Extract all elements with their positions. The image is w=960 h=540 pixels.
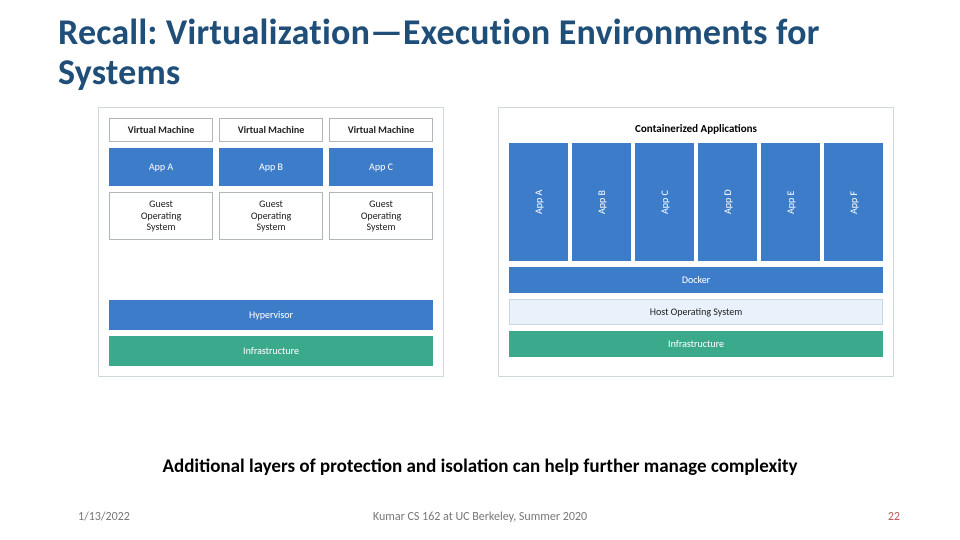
vm-app: App A	[109, 148, 213, 186]
container-app: App A	[509, 143, 568, 261]
container-title: Containerized Applications	[509, 118, 883, 137]
infrastructure-layer: Infrastructure	[509, 331, 883, 357]
container-app: App E	[761, 143, 820, 261]
infrastructure-layer: Infrastructure	[109, 336, 433, 366]
container-app: App F	[824, 143, 883, 261]
vm-header: Virtual Machine	[109, 118, 213, 142]
slide: Recall: Virtualization—Execution Environ…	[0, 0, 960, 540]
container-app: App C	[635, 143, 694, 261]
slide-caption: Additional layers of protection and isol…	[0, 455, 960, 478]
footer-center: Kumar CS 162 at UC Berkeley, Summer 2020	[0, 510, 960, 524]
figures-row: Virtual Machine App A GuestOperatingSyst…	[58, 107, 902, 377]
container-apps-row: App A App B App C App D App E App F	[509, 143, 883, 261]
container-app: App D	[698, 143, 757, 261]
docker-layer: Docker	[509, 267, 883, 293]
vm-header: Virtual Machine	[219, 118, 323, 142]
slide-title: Recall: Virtualization—Execution Environ…	[58, 12, 902, 93]
vm-header: Virtual Machine	[329, 118, 433, 142]
vm-column-b: Virtual Machine App B GuestOperatingSyst…	[219, 118, 323, 240]
slide-footer: 1/13/2022 Kumar CS 162 at UC Berkeley, S…	[0, 510, 960, 524]
container-diagram: Containerized Applications App A App B A…	[498, 107, 894, 377]
vm-guest-os: GuestOperatingSystem	[109, 192, 213, 240]
vm-app: App B	[219, 148, 323, 186]
vm-diagram: Virtual Machine App A GuestOperatingSyst…	[98, 107, 444, 377]
vm-guest-os: GuestOperatingSystem	[219, 192, 323, 240]
vm-guest-os: GuestOperatingSystem	[329, 192, 433, 240]
container-app: App B	[572, 143, 631, 261]
vm-columns: Virtual Machine App A GuestOperatingSyst…	[109, 118, 433, 240]
vm-column-a: Virtual Machine App A GuestOperatingSyst…	[109, 118, 213, 240]
vm-column-c: Virtual Machine App C GuestOperatingSyst…	[329, 118, 433, 240]
hypervisor-layer: Hypervisor	[109, 300, 433, 330]
vm-app: App C	[329, 148, 433, 186]
host-os-layer: Host Operating System	[509, 299, 883, 325]
